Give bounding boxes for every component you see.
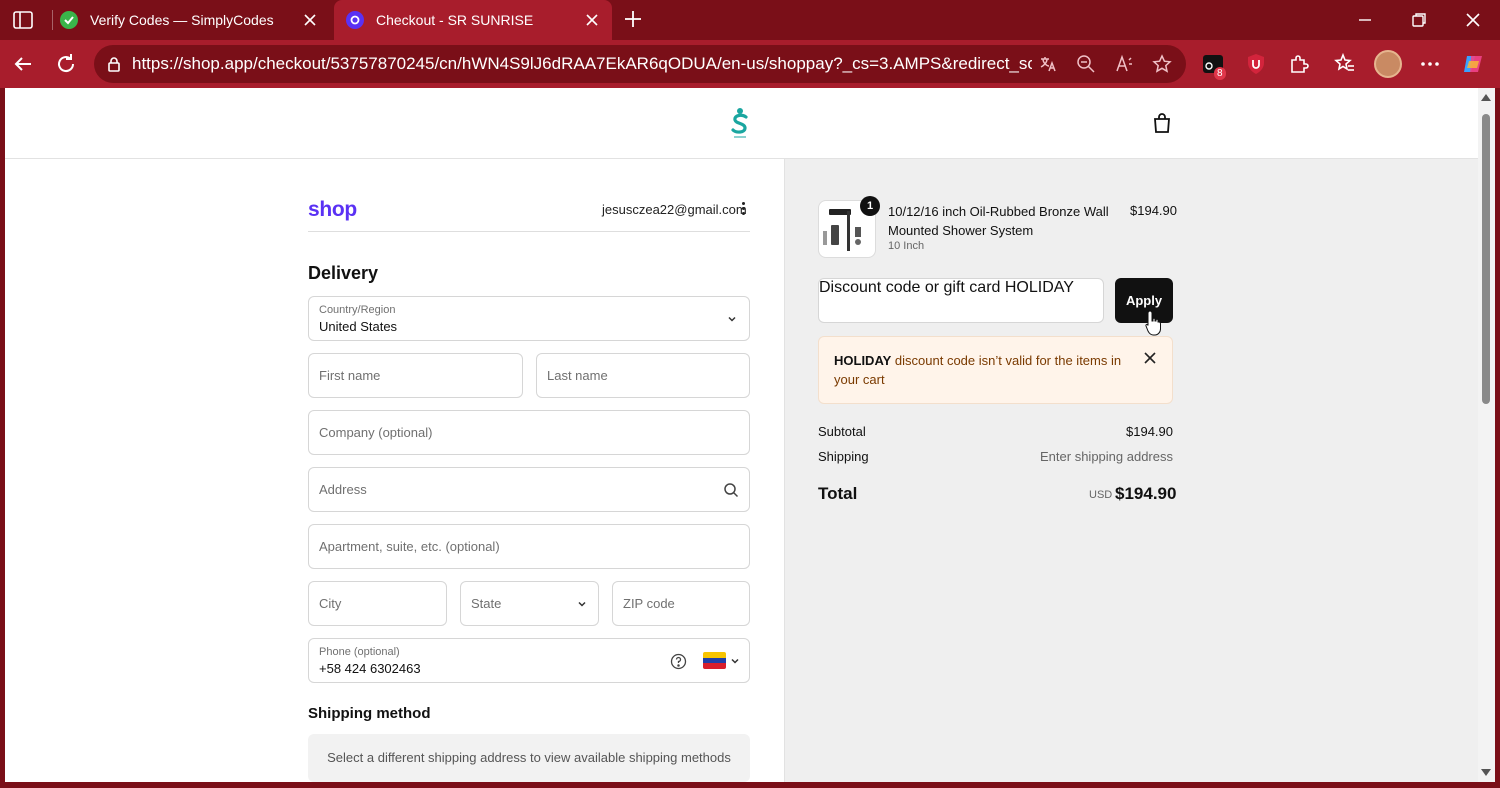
tab-title: Checkout - SR SUNRISE	[376, 12, 534, 28]
more-icon[interactable]	[1418, 52, 1442, 76]
subtotal-label: Subtotal	[818, 424, 866, 439]
account-menu-icon[interactable]	[741, 202, 747, 218]
restore-icon[interactable]	[1408, 9, 1430, 31]
apply-button[interactable]: Apply	[1115, 278, 1173, 323]
mouse-cursor-icon	[1145, 310, 1161, 336]
tab-simplycodes[interactable]: Verify Codes — SimplyCodes	[48, 2, 330, 38]
city-field[interactable]: City	[308, 581, 447, 626]
shipping-method-note: Select a different shipping address to v…	[327, 750, 731, 765]
shipping-method-box: Select a different shipping address to v…	[308, 734, 750, 782]
zoom-icon[interactable]	[1076, 54, 1096, 74]
favorites-icon[interactable]	[1333, 52, 1357, 76]
shipping-method-title: Shipping method	[308, 705, 431, 722]
company-field[interactable]: Company (optional)	[308, 410, 750, 455]
account-email: jesusczea22@gmail.com	[602, 202, 747, 217]
first-name-field[interactable]: First name	[308, 353, 523, 398]
page-scrollbar[interactable]	[1478, 88, 1495, 782]
first-name-placeholder: First name	[319, 368, 381, 383]
delivery-title: Delivery	[308, 263, 379, 283]
discount-code-field[interactable]: Discount code or gift card HOLIDAY	[818, 278, 1104, 323]
plus-icon[interactable]	[622, 8, 644, 30]
total-currency: USD	[1089, 489, 1113, 501]
phone-label: Phone (optional)	[319, 646, 400, 658]
star-icon[interactable]	[1152, 54, 1172, 74]
address-placeholder: Address	[319, 482, 367, 497]
chevron-down-icon[interactable]	[730, 656, 740, 666]
state-select[interactable]: State	[460, 581, 599, 626]
zip-placeholder: ZIP code	[623, 596, 675, 611]
product-name: 10/12/16 inch Oil-Rubbed Bronze Wall Mou…	[888, 204, 1109, 238]
avatar[interactable]	[1374, 50, 1402, 78]
puzzle-icon[interactable]	[1287, 52, 1311, 76]
browser-toolbar: https://shop.app/checkout/53757870245/cn…	[0, 40, 1500, 88]
apartment-placeholder: Apartment, suite, etc. (optional)	[319, 539, 500, 554]
back-icon[interactable]	[11, 52, 35, 76]
quantity-badge: 1	[860, 196, 880, 216]
product-variant: 10 Inch	[888, 240, 925, 252]
last-name-placeholder: Last name	[547, 368, 608, 383]
translate-icon[interactable]	[1038, 54, 1058, 74]
read-aloud-icon[interactable]	[1114, 54, 1134, 74]
search-icon	[724, 483, 739, 498]
subtotal-value: $194.90	[1126, 424, 1173, 439]
company-placeholder: Company (optional)	[319, 425, 433, 440]
zip-field[interactable]: ZIP code	[612, 581, 750, 626]
address-bar[interactable]: https://shop.app/checkout/53757870245/cn…	[94, 45, 1186, 83]
total-value: $194.90	[1115, 484, 1177, 503]
apartment-field[interactable]: Apartment, suite, etc. (optional)	[308, 524, 750, 569]
minimize-icon[interactable]	[1354, 9, 1376, 31]
last-name-field[interactable]: Last name	[536, 353, 750, 398]
checkout-content: shop jesusczea22@gmail.com Delivery Coun…	[5, 88, 1478, 782]
refresh-icon[interactable]	[54, 52, 78, 76]
help-icon[interactable]	[670, 653, 687, 670]
scroll-down-icon[interactable]	[1481, 769, 1491, 776]
close-icon[interactable]	[302, 12, 318, 28]
tab-title: Verify Codes — SimplyCodes	[90, 12, 274, 28]
country-label: Country/Region	[319, 304, 396, 316]
city-placeholder: City	[319, 596, 342, 611]
address-field[interactable]: Address	[308, 467, 750, 512]
scroll-up-icon[interactable]	[1481, 94, 1491, 101]
country-select[interactable]: Country/Region United States	[308, 296, 750, 341]
divider	[308, 231, 750, 232]
alert-code: HOLIDAY	[834, 353, 892, 368]
phone-field[interactable]: Phone (optional) +58 424 6302463	[308, 638, 750, 683]
tab-checkout[interactable]: Checkout - SR SUNRISE	[334, 0, 612, 40]
scrollbar-thumb[interactable]	[1482, 114, 1490, 404]
product-price: $194.90	[1130, 203, 1177, 218]
tab-bar: Verify Codes — SimplyCodes Checkout - SR…	[0, 0, 1500, 40]
shipping-value: Enter shipping address	[1040, 449, 1173, 464]
chevron-down-icon	[578, 601, 586, 607]
country-value: United States	[319, 319, 398, 334]
sidebar-icon[interactable]	[12, 9, 34, 31]
alert-message: HOLIDAY discount code isn’t valid for th…	[834, 351, 1124, 389]
flag-icon[interactable]	[703, 652, 726, 669]
chevron-down-icon	[728, 316, 736, 322]
total-label: Total	[818, 484, 858, 503]
discount-value: HOLIDAY	[1004, 279, 1074, 296]
close-icon[interactable]	[584, 12, 600, 28]
simplycodes-favicon-icon	[60, 11, 78, 29]
phone-value: +58 424 6302463	[319, 661, 421, 676]
copilot-icon[interactable]	[1461, 52, 1485, 76]
shop-logo[interactable]: shop	[308, 198, 357, 222]
close-icon[interactable]	[1143, 351, 1157, 365]
discount-error-alert: HOLIDAY discount code isn’t valid for th…	[818, 336, 1173, 404]
shipping-label: Shipping	[818, 449, 869, 464]
shield-icon[interactable]	[1244, 52, 1268, 76]
shop-favicon-icon	[346, 11, 364, 29]
discount-label: Discount code or gift card	[819, 279, 1001, 296]
state-placeholder: State	[471, 596, 502, 611]
close-window-icon[interactable]	[1462, 9, 1484, 31]
url-text[interactable]: https://shop.app/checkout/53757870245/cn…	[132, 54, 1032, 74]
lock-icon[interactable]	[106, 56, 122, 72]
extension-badge: 8	[1214, 67, 1226, 80]
